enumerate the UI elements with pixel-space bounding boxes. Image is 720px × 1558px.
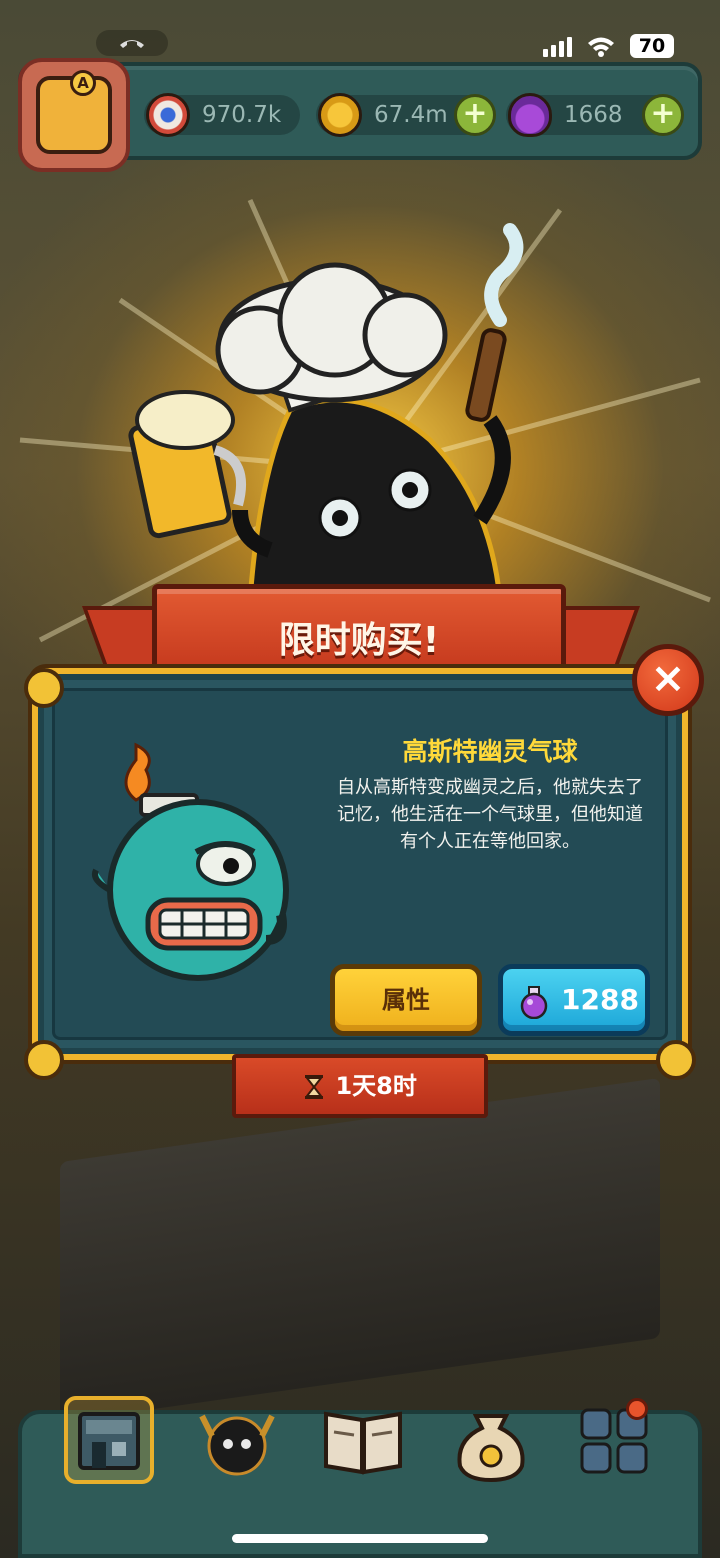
- eyeball-counter: 970.7k: [144, 93, 300, 137]
- chef-character-illustration: [128, 223, 524, 603]
- corner-ornament: [656, 1040, 696, 1080]
- close-button[interactable]: ×: [632, 644, 704, 716]
- corner-ornament: [24, 1040, 64, 1080]
- timer-text: 1天8时: [335, 1072, 417, 1100]
- restaurant-icon: [78, 1412, 140, 1470]
- buy-button[interactable]: 1288: [498, 964, 650, 1036]
- item-name: 高斯特幽灵气球: [402, 737, 578, 766]
- call-pill[interactable]: [96, 30, 168, 56]
- money-bag-icon: [457, 1414, 525, 1483]
- eyeball-icon: [146, 93, 190, 137]
- nav-monsters[interactable]: [192, 1396, 282, 1484]
- grid-menu-icon: [580, 1408, 648, 1474]
- battery-indicator: 70: [630, 34, 674, 58]
- potion-value: 1668: [564, 102, 623, 128]
- book-icon: [324, 1411, 402, 1475]
- corner-ornament: [24, 668, 64, 708]
- add-potions-button[interactable]: +: [642, 94, 684, 136]
- add-coins-button[interactable]: +: [454, 94, 496, 136]
- phone-icon: [120, 40, 144, 48]
- nav-bag[interactable]: [446, 1396, 536, 1484]
- coin-value: 67.4m: [374, 102, 448, 128]
- item-description: 自从高斯特变成幽灵之后，他就失去了记忆，他生活在一个气球里，但他知道有个人正在等…: [337, 777, 643, 852]
- ghost-balloon-icon: [92, 742, 289, 981]
- home-indicator[interactable]: [232, 1534, 488, 1543]
- nav-more[interactable]: [572, 1396, 662, 1484]
- price-value: 1288: [561, 983, 639, 1016]
- potion-icon: [520, 986, 548, 1019]
- signal-icon: [543, 35, 572, 57]
- close-icon: ×: [650, 653, 686, 702]
- popup-title: 限时购买!: [278, 620, 440, 661]
- notification-dot: [626, 1398, 648, 1420]
- wifi-icon: [588, 37, 614, 57]
- rank-badge: A: [70, 70, 96, 96]
- title-ribbon: 限时购买!: [152, 584, 566, 674]
- attributes-button[interactable]: 属性: [330, 964, 482, 1036]
- hourglass-icon: [305, 1075, 324, 1099]
- nav-restaurant[interactable]: [64, 1396, 154, 1484]
- countdown-timer: 1天8时: [232, 1054, 488, 1118]
- eyeball-value: 970.7k: [202, 102, 282, 128]
- monster-icon: [199, 1414, 275, 1476]
- nav-book[interactable]: [318, 1396, 408, 1484]
- potion-icon: [508, 93, 552, 137]
- player-avatar[interactable]: A: [18, 58, 130, 172]
- coin-icon: [318, 93, 362, 137]
